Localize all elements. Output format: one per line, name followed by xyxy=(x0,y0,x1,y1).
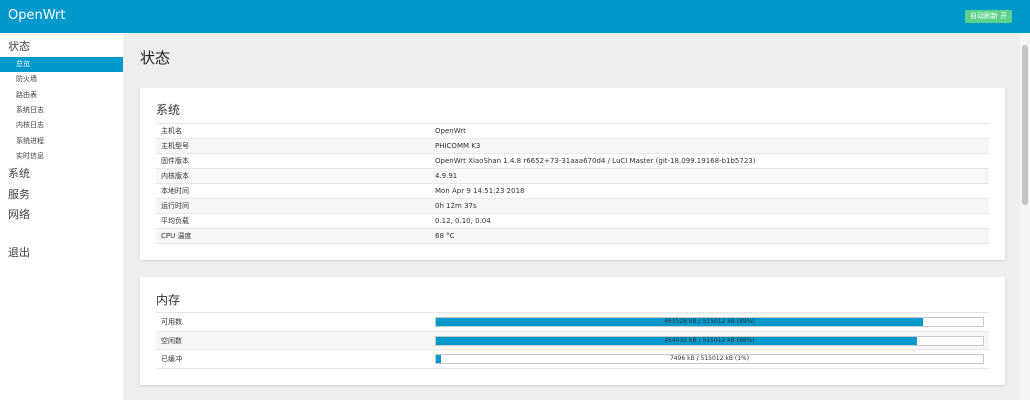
nav-status[interactable]: 状态 xyxy=(8,40,30,54)
table-row: 可用数 461528 kB / 515012 kB (89%) xyxy=(156,313,989,332)
row-value: 68 °C xyxy=(435,232,455,240)
row-value: PHICOMM K3 xyxy=(435,142,481,150)
system-card-title: 系统 xyxy=(156,103,181,117)
nav-item-overview[interactable]: 总览 xyxy=(0,57,123,72)
row-key: 运行时间 xyxy=(161,202,189,210)
nav-system[interactable]: 系统 xyxy=(8,167,30,181)
brand-logo[interactable]: OpenWrt xyxy=(8,8,65,24)
system-card: 系统 主机名 OpenWrt 主机型号 PHICOMM K3 固件版本 OpenWrt… xyxy=(140,88,1005,260)
row-value: 0h 12m 37s xyxy=(435,202,477,210)
page-title: 状态 xyxy=(140,49,171,67)
nav-item-kernel-log[interactable]: 内核日志 xyxy=(0,118,123,133)
progress-text: 454032 kB / 515012 kB (88%) xyxy=(664,336,755,344)
row-key: 已缓冲 xyxy=(161,355,182,363)
row-key: 平均负载 xyxy=(161,217,189,225)
nav-network[interactable]: 网络 xyxy=(8,208,30,222)
nav-services[interactable]: 服务 xyxy=(8,188,30,202)
row-key: 空闲数 xyxy=(161,336,182,345)
progress-text: 7496 kB / 515012 kB (1%) xyxy=(669,355,750,362)
row-key: 主机型号 xyxy=(161,142,189,150)
memory-table: 可用数 461528 kB / 515012 kB (89%) 空闲数 4540… xyxy=(156,312,989,369)
progress-bar: 461528 kB / 515012 kB (89%) xyxy=(435,317,984,327)
sidebar: 状态 总览 防火墙 路由表 系统日志 内核日志 系统进程 实时信息 系统 服务 … xyxy=(0,33,123,400)
table-row: 已缓冲 7496 kB / 515012 kB (1%) xyxy=(156,350,989,369)
nav-item-system-log[interactable]: 系统日志 xyxy=(0,103,123,118)
progress-bar: 454032 kB / 515012 kB (88%) xyxy=(435,335,984,346)
progress-text: 461528 kB / 515012 kB (89%) xyxy=(664,318,755,325)
memory-card-title: 内存 xyxy=(156,293,181,307)
table-row: 固件版本 OpenWrt XiaoShan 1.4.8 r6652+73-31aa… xyxy=(156,154,989,169)
progress-bar: 7496 kB / 515012 kB (1%) xyxy=(435,354,984,364)
auto-refresh-button[interactable]: 自动刷新 开 xyxy=(965,10,1012,23)
row-value: OpenWrt xyxy=(435,127,466,135)
row-key: 主机名 xyxy=(161,127,182,135)
table-row: 主机名 OpenWrt xyxy=(156,124,989,139)
nav-item-firewall[interactable]: 防火墙 xyxy=(0,72,123,87)
row-key: 可用数 xyxy=(161,318,182,326)
memory-card: 内存 可用数 461528 kB / 515012 kB (89%) 空闲数 4… xyxy=(140,277,1005,385)
row-key: CPU 温度 xyxy=(161,232,192,240)
table-row: 本地时间 Mon Apr 9 14:51:23 2018 xyxy=(156,184,989,199)
table-row: 内核版本 4.9.91 xyxy=(156,169,989,184)
nav-item-routes[interactable]: 路由表 xyxy=(0,88,123,103)
table-row: 运行时间 0h 12m 37s xyxy=(156,199,989,214)
row-key: 内核版本 xyxy=(161,172,189,180)
top-bar: OpenWrt 自动刷新 开 xyxy=(0,0,1030,33)
table-row: 平均负载 0.12, 0.10, 0.04 xyxy=(156,214,989,229)
nav-item-processes[interactable]: 系统进程 xyxy=(0,134,123,149)
row-key: 本地时间 xyxy=(161,187,189,195)
row-value: 0.12, 0.10, 0.04 xyxy=(435,217,491,225)
table-row: 主机型号 PHICOMM K3 xyxy=(156,139,989,154)
nav-item-realtime[interactable]: 实时信息 xyxy=(0,149,123,164)
row-value: Mon Apr 9 14:51:23 2018 xyxy=(435,187,525,195)
table-row: CPU 温度 68 °C xyxy=(156,229,989,244)
row-key: 固件版本 xyxy=(161,157,189,165)
system-table: 主机名 OpenWrt 主机型号 PHICOMM K3 固件版本 OpenWrt Xi… xyxy=(156,123,989,244)
row-value: OpenWrt XiaoShan 1.4.8 r6652+73-31aaa670… xyxy=(435,157,756,165)
scrollbar-thumb[interactable] xyxy=(1022,45,1028,205)
table-row: 空闲数 454032 kB / 515012 kB (88%) xyxy=(156,331,989,350)
nav-logout[interactable]: 退出 xyxy=(8,246,30,260)
row-value: 4.9.91 xyxy=(435,172,458,180)
